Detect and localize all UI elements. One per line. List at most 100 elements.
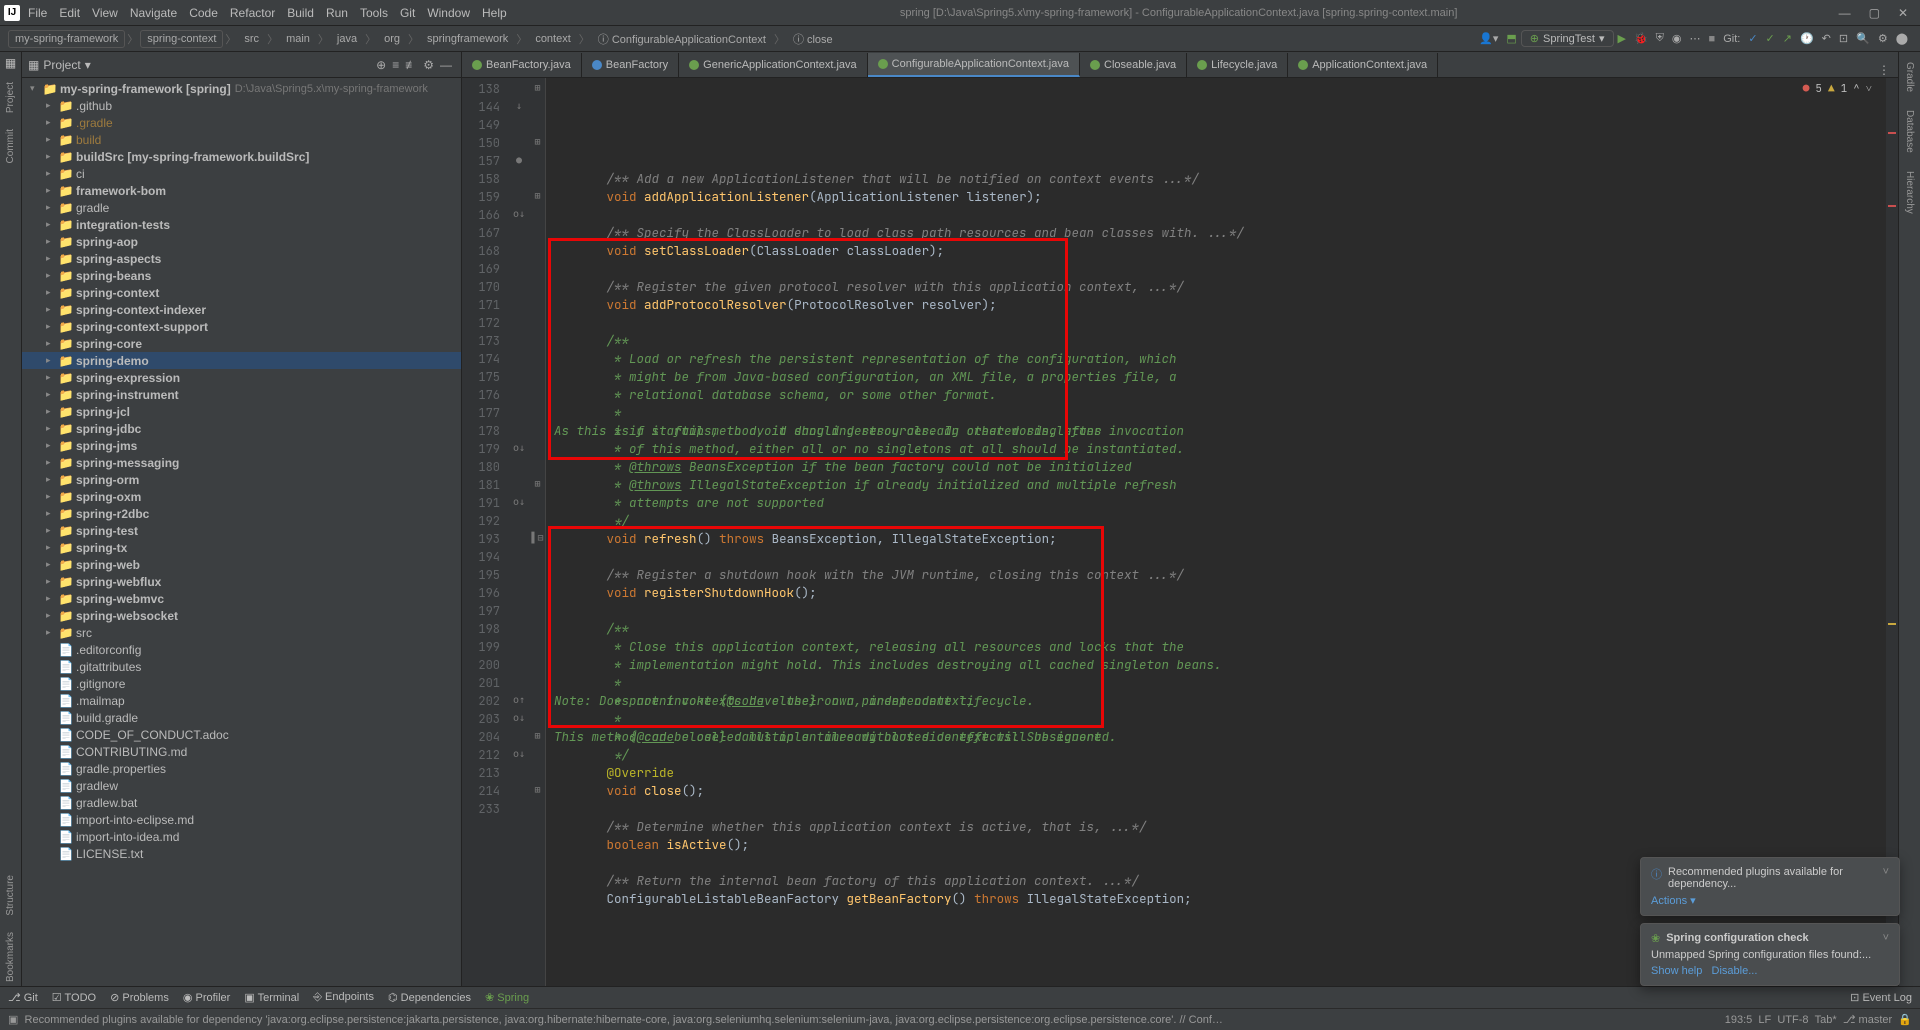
prev-icon[interactable]: ^ (1853, 80, 1860, 98)
tree-row[interactable]: 📄import-into-eclipse.md (22, 811, 461, 828)
tool-terminal[interactable]: ▣ Terminal (244, 991, 299, 1004)
tree-row[interactable]: ▸📁build (22, 131, 461, 148)
toolbox-icon[interactable]: ⊡ (1839, 32, 1848, 45)
breadcrumb-item[interactable]: ⓘ ConfigurableApplicationContext (592, 29, 772, 49)
maximize-icon[interactable]: ▢ (1869, 6, 1880, 20)
tree-row[interactable]: ▸📁spring-orm (22, 471, 461, 488)
tool-dependencies[interactable]: ⌬ Dependencies (388, 991, 471, 1004)
collapse-icon[interactable]: ≢ (405, 58, 417, 72)
tool-structure[interactable]: Structure (5, 871, 16, 920)
tree-row[interactable]: ▾📁my-spring-framework [spring]D:\Java\Sp… (22, 80, 461, 97)
notification-spring[interactable]: ❀ Spring configuration check ˅ Unmapped … (1640, 923, 1900, 986)
tree-row[interactable]: 📄.editorconfig (22, 641, 461, 658)
tree-row[interactable]: ▸📁spring-web (22, 556, 461, 573)
tree-row[interactable]: ▸📁.gradle (22, 114, 461, 131)
git-branch[interactable]: ⎇ master (1843, 1013, 1892, 1026)
error-stripe[interactable] (1886, 78, 1898, 986)
tree-row[interactable]: ▸📁spring-core (22, 335, 461, 352)
menu-code[interactable]: Code (189, 6, 218, 20)
breadcrumb-item[interactable]: my-spring-framework (8, 30, 125, 48)
breadcrumb-item[interactable]: ⓘ close (787, 29, 839, 49)
menu-edit[interactable]: Edit (59, 6, 80, 20)
next-icon[interactable]: ˅ (1866, 80, 1872, 98)
tree-row[interactable]: ▸📁ci (22, 165, 461, 182)
notification-link-disable[interactable]: Disable... (1712, 965, 1758, 977)
tool-database[interactable]: Database (1904, 106, 1915, 157)
target-icon[interactable]: ⊕ (376, 58, 386, 72)
avatar-icon[interactable]: ⬤ (1896, 32, 1908, 45)
breadcrumb-item[interactable]: context (529, 31, 576, 47)
inspection-widget[interactable]: ●5 ▲1 ^˅ (1803, 80, 1872, 98)
tool-commit[interactable]: Commit (5, 125, 16, 167)
encoding[interactable]: UTF-8 (1777, 1014, 1808, 1026)
menu-tools[interactable]: Tools (360, 6, 388, 20)
profile-icon[interactable]: ◉ (1672, 32, 1682, 45)
project-tree[interactable]: ▾📁my-spring-framework [spring]D:\Java\Sp… (22, 78, 461, 986)
tree-row[interactable]: ▸📁spring-messaging (22, 454, 461, 471)
tool-gradle[interactable]: Gradle (1904, 58, 1915, 96)
breadcrumb-item[interactable]: java (331, 31, 363, 47)
menu-view[interactable]: View (92, 6, 118, 20)
editor-tab[interactable]: ConfigurableApplicationContext.java (868, 53, 1080, 77)
tree-row[interactable]: ▸📁spring-context-support (22, 318, 461, 335)
tree-row[interactable]: ▸📁buildSrc [my-spring-framework.buildSrc… (22, 148, 461, 165)
tree-row[interactable]: 📄build.gradle (22, 709, 461, 726)
editor-tab[interactable]: Closeable.java (1080, 53, 1187, 77)
editor-tab[interactable]: ApplicationContext.java (1288, 53, 1438, 77)
menu-window[interactable]: Window (427, 6, 470, 20)
tree-row[interactable]: ▸📁spring-websocket (22, 607, 461, 624)
tree-row[interactable]: ▸📁spring-oxm (22, 488, 461, 505)
breadcrumb-item[interactable]: springframework (421, 31, 514, 47)
tree-row[interactable]: ▸📁spring-demo (22, 352, 461, 369)
menu-file[interactable]: File (28, 6, 47, 20)
caret-pos[interactable]: 193:5 (1725, 1014, 1753, 1026)
tree-row[interactable]: ▸📁spring-jcl (22, 403, 461, 420)
editor-tab[interactable]: BeanFactory.java (462, 53, 582, 77)
tree-row[interactable]: 📄.gitattributes (22, 658, 461, 675)
tree-row[interactable]: ▸📁spring-r2dbc (22, 505, 461, 522)
tree-row[interactable]: ▸📁src (22, 624, 461, 641)
tool-todo[interactable]: ☑ TODO (52, 991, 96, 1004)
tree-row[interactable]: ▸📁spring-aop (22, 233, 461, 250)
tree-row[interactable]: ▸📁.github (22, 97, 461, 114)
tree-row[interactable]: ▸📁spring-beans (22, 267, 461, 284)
menu-navigate[interactable]: Navigate (130, 6, 177, 20)
event-log[interactable]: ⊡ Event Log (1850, 991, 1912, 1004)
menu-git[interactable]: Git (400, 6, 415, 20)
project-title[interactable]: Project (43, 58, 80, 72)
search-icon[interactable]: 🔍 (1856, 32, 1870, 45)
tree-row[interactable]: ▸📁spring-aspects (22, 250, 461, 267)
tree-row[interactable]: 📄import-into-idea.md (22, 828, 461, 845)
notification-action[interactable]: Actions ▾ (1651, 895, 1696, 907)
editor-tab[interactable]: BeanFactory (582, 53, 679, 77)
stop-icon[interactable]: ■ (1709, 33, 1716, 45)
chevron-down-icon[interactable]: ▾ (85, 58, 91, 72)
tree-row[interactable]: ▸📁spring-context (22, 284, 461, 301)
indent[interactable]: Tab* (1815, 1014, 1837, 1026)
tree-row[interactable]: ▸📁spring-webmvc (22, 590, 461, 607)
git-push-icon[interactable]: ↗ (1783, 32, 1792, 45)
tree-row[interactable]: 📄gradlew (22, 777, 461, 794)
tool-project[interactable]: Project (5, 78, 16, 117)
git-rollback-icon[interactable]: ↶ (1822, 32, 1831, 45)
breadcrumb-item[interactable]: org (378, 31, 406, 47)
menu-help[interactable]: Help (482, 6, 507, 20)
tree-row[interactable]: ▸📁spring-jdbc (22, 420, 461, 437)
run-config-selector[interactable]: ⊕ SpringTest ▾ (1521, 30, 1614, 47)
debug-icon[interactable]: 🐞 (1634, 32, 1648, 45)
menu-refactor[interactable]: Refactor (230, 6, 275, 20)
editor-tab[interactable]: Lifecycle.java (1187, 53, 1288, 77)
tool-spring[interactable]: ❀ Spring (485, 991, 529, 1004)
tree-row[interactable]: 📄.mailmap (22, 692, 461, 709)
tree-row[interactable]: ▸📁framework-bom (22, 182, 461, 199)
menu-run[interactable]: Run (326, 6, 348, 20)
tree-row[interactable]: 📄gradlew.bat (22, 794, 461, 811)
user-icon[interactable]: 👤▾ (1479, 32, 1498, 45)
tool-profiler[interactable]: ◉ Profiler (183, 991, 231, 1004)
close-icon[interactable]: ✕ (1898, 6, 1908, 20)
git-history-icon[interactable]: 🕐 (1800, 32, 1814, 45)
tool-git[interactable]: ⎇ Git (8, 991, 38, 1004)
tree-row[interactable]: ▸📁spring-jms (22, 437, 461, 454)
code-editor[interactable]: ●5 ▲1 ^˅ /** Add a new ApplicationListen… (546, 78, 1886, 986)
tree-row[interactable]: ▸📁spring-expression (22, 369, 461, 386)
